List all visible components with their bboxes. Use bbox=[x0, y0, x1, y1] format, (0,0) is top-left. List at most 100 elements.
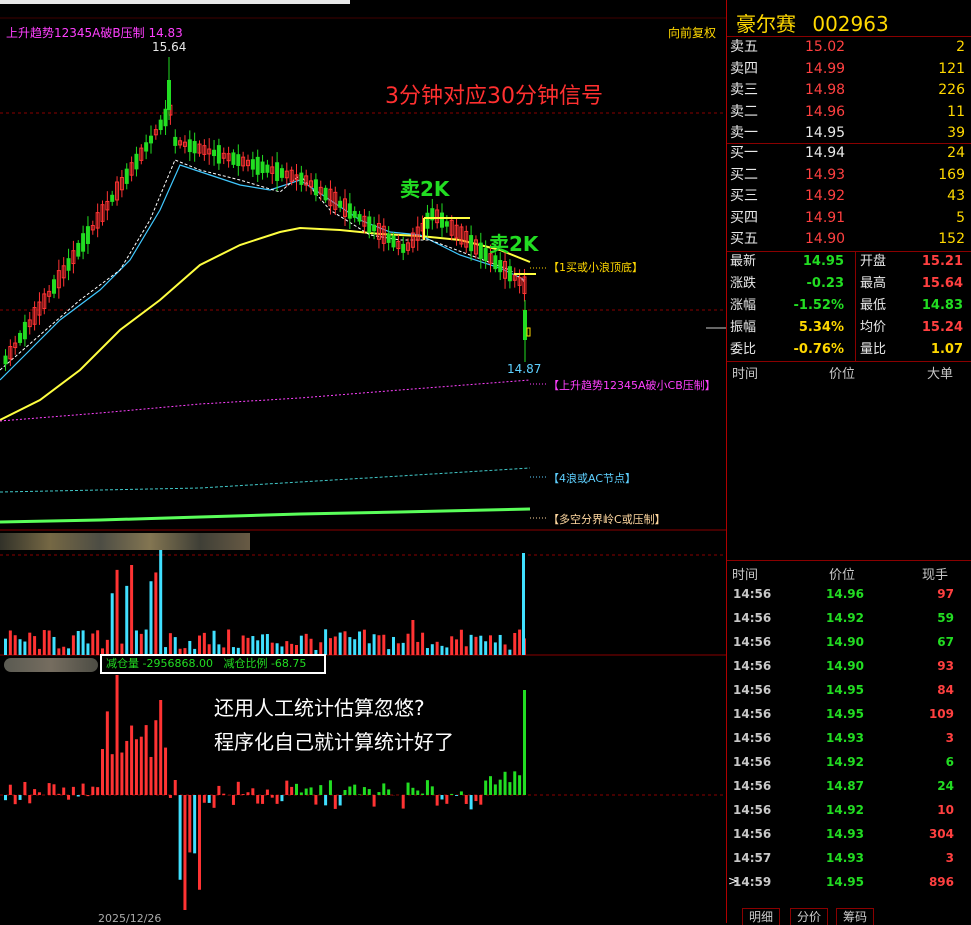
volume-bar bbox=[353, 639, 356, 655]
trading-terminal: 上升趋势12345A破B压制 14.83 向前复权 15.64 3分钟对应30分… bbox=[0, 0, 971, 923]
tick-volume: 84 bbox=[937, 678, 954, 702]
quote-row: 振幅5.34%均价15.24 bbox=[727, 317, 971, 339]
volume-bar bbox=[23, 642, 26, 655]
indicator-bar bbox=[489, 776, 492, 795]
volume-bar bbox=[4, 639, 7, 655]
candle-body bbox=[23, 322, 26, 338]
tick-price: 14.95 bbox=[826, 870, 864, 894]
tab-detail[interactable]: 明细 bbox=[742, 908, 780, 925]
volume-bar bbox=[436, 642, 439, 655]
indicator-bar bbox=[82, 784, 85, 795]
volume-bar bbox=[358, 632, 361, 655]
bid-row[interactable]: 买四14.915 bbox=[727, 208, 971, 230]
tick-price: 14.96 bbox=[826, 582, 864, 606]
window-top-strip bbox=[0, 0, 350, 4]
ma-teal-line bbox=[0, 468, 530, 492]
bid-row[interactable]: 买五14.90152 bbox=[727, 229, 971, 251]
ask-label: 卖五 bbox=[730, 37, 758, 59]
volume-bar bbox=[28, 633, 31, 655]
volume-bar bbox=[77, 631, 80, 655]
volume-bar bbox=[285, 641, 288, 655]
volume-bar bbox=[38, 649, 41, 655]
volume-bar bbox=[261, 634, 264, 655]
tick-time: 14:56 bbox=[733, 630, 771, 654]
quote-value: 15.64 bbox=[922, 273, 963, 295]
tab-price-split[interactable]: 分价 bbox=[790, 908, 828, 925]
volume-bar bbox=[334, 636, 337, 655]
candle-body bbox=[4, 356, 7, 364]
candle-body bbox=[470, 236, 473, 251]
blurred-legend-1 bbox=[0, 533, 250, 550]
indicator-bar bbox=[407, 783, 410, 795]
tag-wave-4: 【4浪或AC节点】 bbox=[548, 470, 636, 486]
indicator-bar bbox=[319, 785, 322, 795]
indicator-bar bbox=[310, 787, 313, 795]
bid-volume: 152 bbox=[938, 229, 965, 251]
candle-body bbox=[174, 137, 177, 145]
kline-chart[interactable] bbox=[0, 0, 727, 923]
volume-bar bbox=[266, 634, 269, 655]
quote-label: 涨幅 bbox=[730, 295, 756, 317]
candle-body bbox=[402, 244, 405, 252]
candle-body bbox=[499, 261, 502, 272]
indicator-bar bbox=[377, 792, 380, 795]
ask-row[interactable]: 卖四14.99121 bbox=[727, 59, 971, 81]
ask-volume: 11 bbox=[947, 102, 965, 124]
volume-bar bbox=[479, 636, 482, 655]
tab-chips[interactable]: 筹码 bbox=[836, 908, 874, 925]
candle-body bbox=[324, 188, 327, 200]
ask-price: 14.98 bbox=[805, 80, 845, 102]
volume-bar bbox=[19, 639, 22, 655]
quote-label: 均价 bbox=[860, 317, 886, 339]
quote-value: 14.83 bbox=[922, 295, 963, 317]
tick-row: 14:5614.933 bbox=[727, 726, 971, 750]
candle-body bbox=[484, 249, 487, 261]
volume-bar bbox=[305, 634, 308, 655]
candle-body bbox=[67, 259, 70, 271]
quote-row: 涨幅-1.52%最低14.83 bbox=[727, 295, 971, 317]
volume-bar bbox=[111, 593, 114, 655]
indicator-bar bbox=[193, 795, 196, 853]
indicator-bar bbox=[140, 737, 143, 795]
ask-row[interactable]: 卖一14.9539 bbox=[727, 123, 971, 145]
tick-volume: 3 bbox=[946, 726, 954, 750]
tag-top-bottom: 【1买或小浪顶底】 bbox=[548, 259, 643, 275]
reduce-volume-value: -2956868.00 bbox=[143, 657, 213, 670]
tick-time: 14:56 bbox=[733, 798, 771, 822]
tick-volume: 6 bbox=[946, 750, 954, 774]
bid-row[interactable]: 买一14.9424 bbox=[727, 143, 971, 165]
ask-row[interactable]: 卖二14.9611 bbox=[727, 102, 971, 124]
bid-row[interactable]: 买二14.93169 bbox=[727, 165, 971, 187]
indicator-bar bbox=[426, 780, 429, 795]
tick-time: 14:56 bbox=[733, 582, 771, 606]
restore-mode-button[interactable]: 向前复权 bbox=[668, 24, 716, 41]
indicator-bar bbox=[111, 754, 114, 795]
indicator-bar bbox=[28, 795, 31, 803]
candle-body bbox=[445, 222, 448, 226]
indicator-bar bbox=[86, 795, 89, 796]
indicator-bar bbox=[135, 739, 138, 795]
indicator-bar bbox=[455, 795, 458, 796]
volume-bar bbox=[86, 643, 89, 655]
tick-price: 14.93 bbox=[826, 822, 864, 846]
quote-bigorder-separator bbox=[727, 361, 971, 362]
stock-code[interactable]: 002963 bbox=[812, 12, 888, 36]
indicator-title: 上升趋势12345A破B压制 14.83 bbox=[6, 24, 183, 41]
volume-bar bbox=[402, 643, 405, 655]
big-volume-header: 大单 bbox=[927, 363, 953, 382]
ask-row[interactable]: 卖五15.022 bbox=[727, 37, 971, 59]
ask-volume: 39 bbox=[947, 123, 965, 145]
quote-value: 14.95 bbox=[803, 251, 844, 273]
tick-time: 14:56 bbox=[733, 702, 771, 726]
bid-row[interactable]: 买三14.9243 bbox=[727, 186, 971, 208]
indicator-bar bbox=[353, 785, 356, 795]
ask-row[interactable]: 卖三14.98226 bbox=[727, 80, 971, 102]
volume-bar bbox=[242, 636, 245, 655]
indicator-bar bbox=[344, 790, 347, 795]
indicator-bar bbox=[53, 784, 56, 795]
date-axis-label: 2025/12/26 bbox=[98, 912, 161, 925]
indicator-bar bbox=[154, 720, 157, 795]
ma-green-line bbox=[0, 509, 530, 522]
candle-body bbox=[276, 163, 279, 181]
candle-body bbox=[353, 212, 356, 218]
